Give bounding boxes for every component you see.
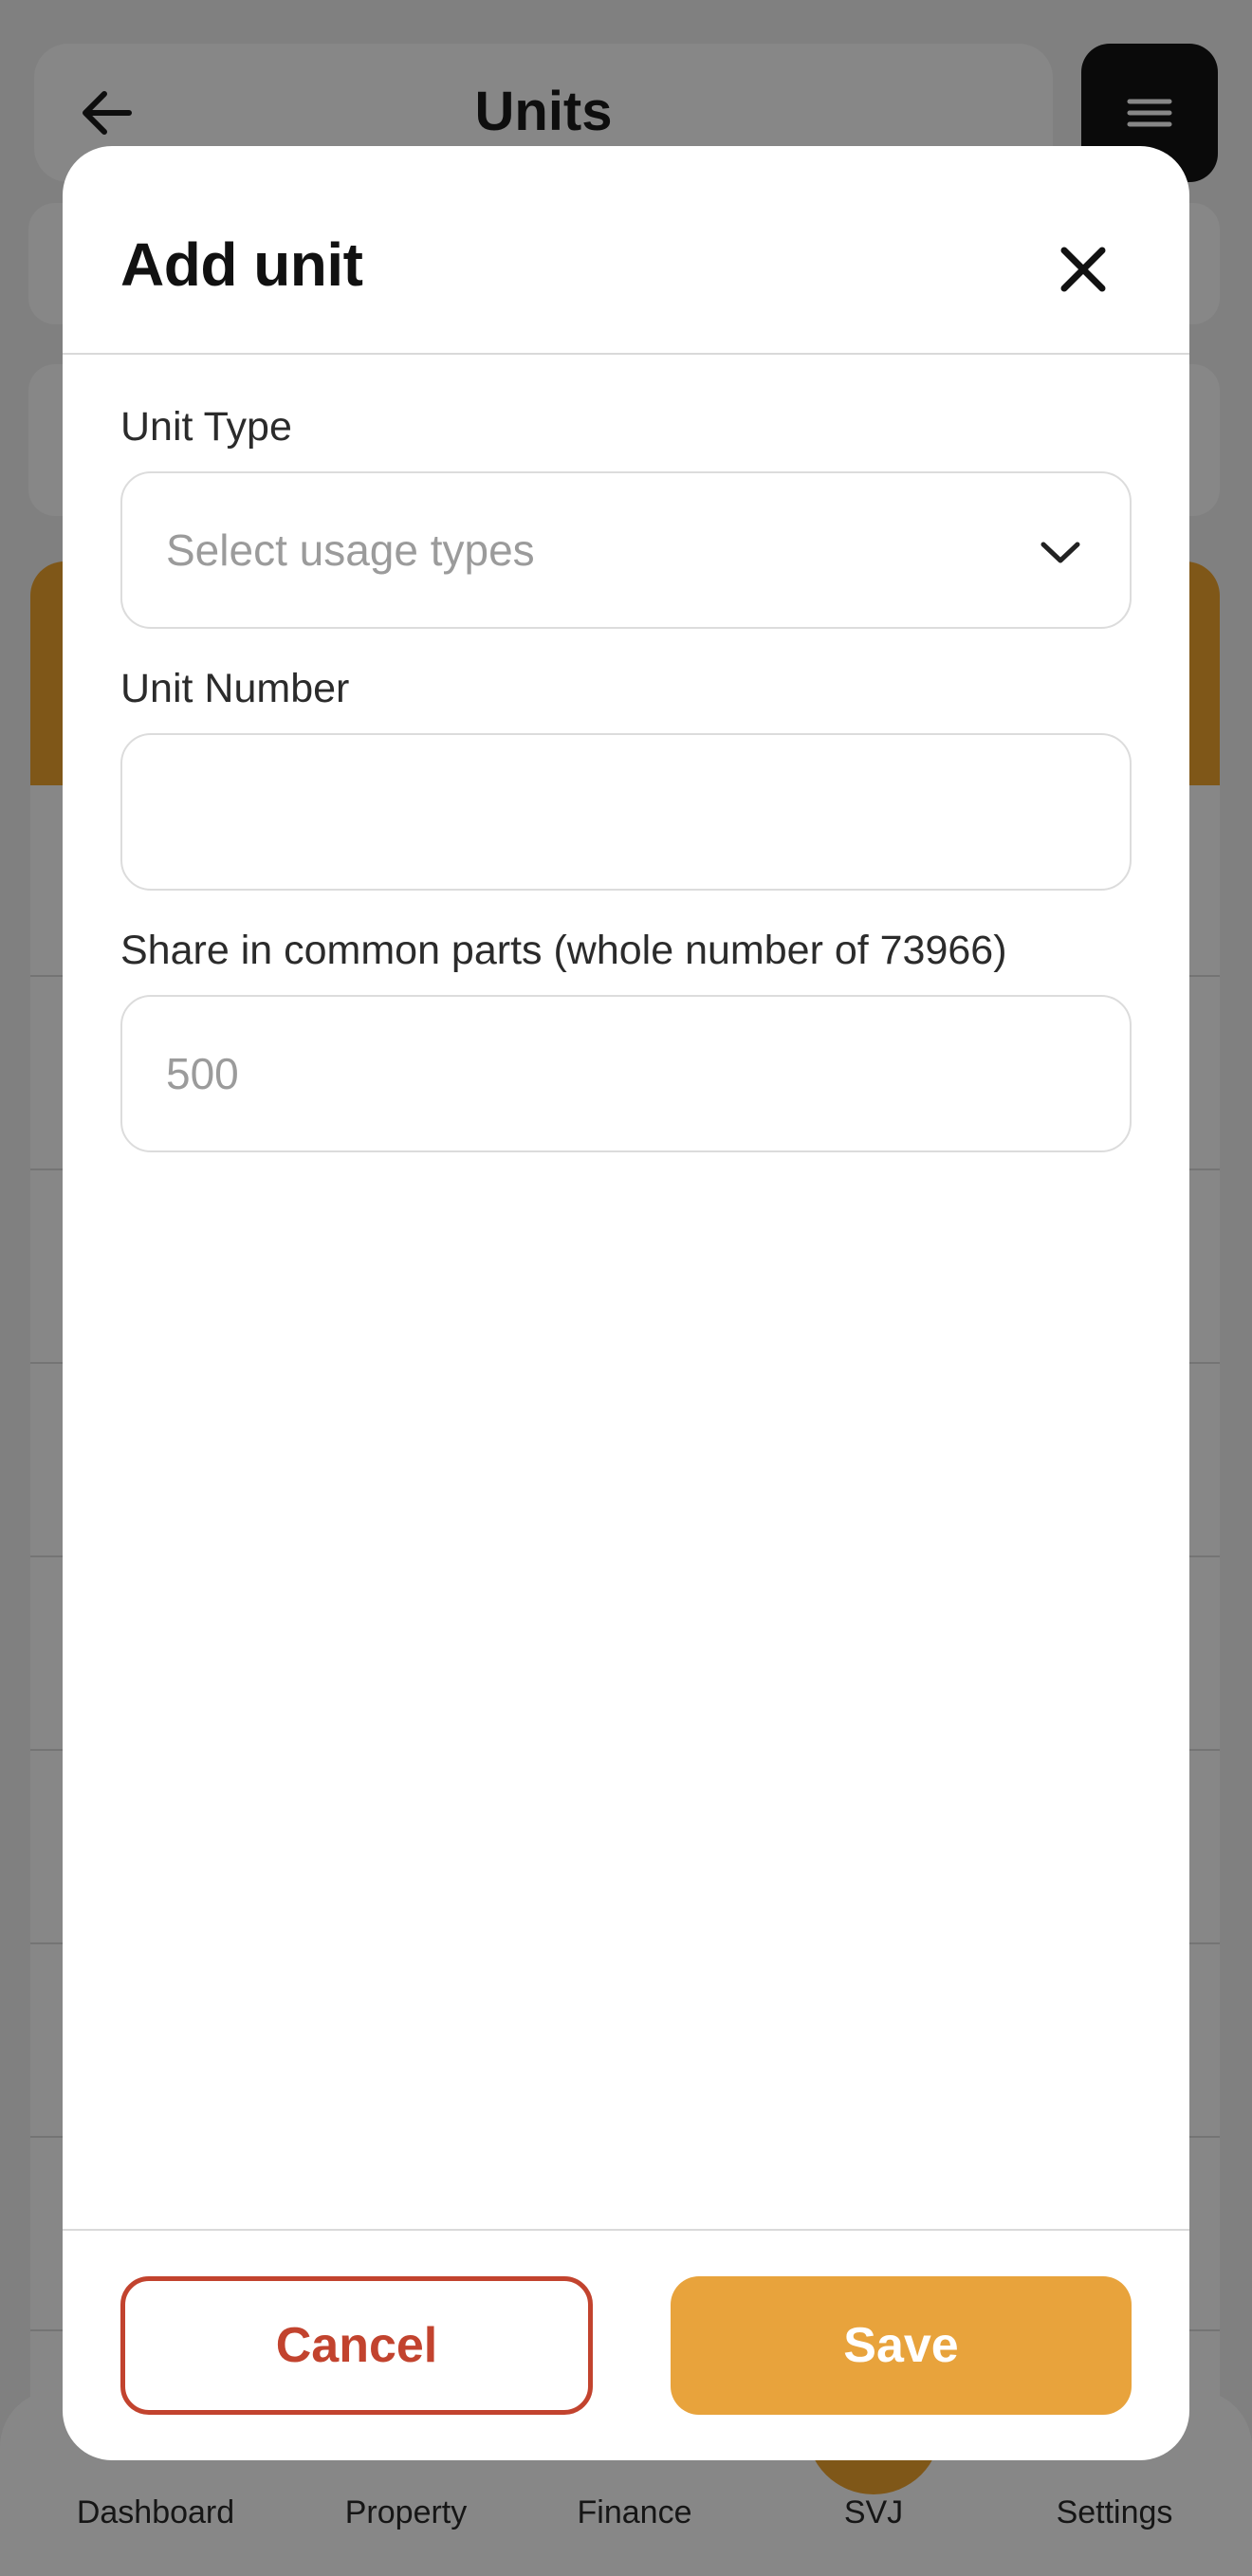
share-label: Share in common parts (whole number of 7… — [120, 928, 1007, 973]
modal-footer: Cancel Save — [63, 2229, 1189, 2460]
add-unit-modal: Add unit Unit Type Select usage types Un… — [63, 146, 1189, 2460]
unit-type-label: Unit Type — [120, 404, 292, 450]
unit-type-select[interactable]: Select usage types — [120, 471, 1132, 629]
save-button[interactable]: Save — [671, 2276, 1132, 2415]
modal-title: Add unit — [120, 230, 363, 299]
share-input[interactable] — [122, 997, 1130, 1150]
unit-number-field[interactable] — [120, 733, 1132, 891]
modal-header: Add unit — [63, 146, 1189, 355]
unit-number-label: Unit Number — [120, 666, 350, 711]
unit-number-input[interactable] — [122, 735, 1130, 889]
unit-type-placeholder: Select usage types — [166, 525, 535, 575]
cancel-button[interactable]: Cancel — [120, 2276, 593, 2415]
close-icon[interactable] — [1049, 235, 1117, 304]
chevron-down-icon — [1037, 528, 1084, 576]
share-field[interactable] — [120, 995, 1132, 1152]
